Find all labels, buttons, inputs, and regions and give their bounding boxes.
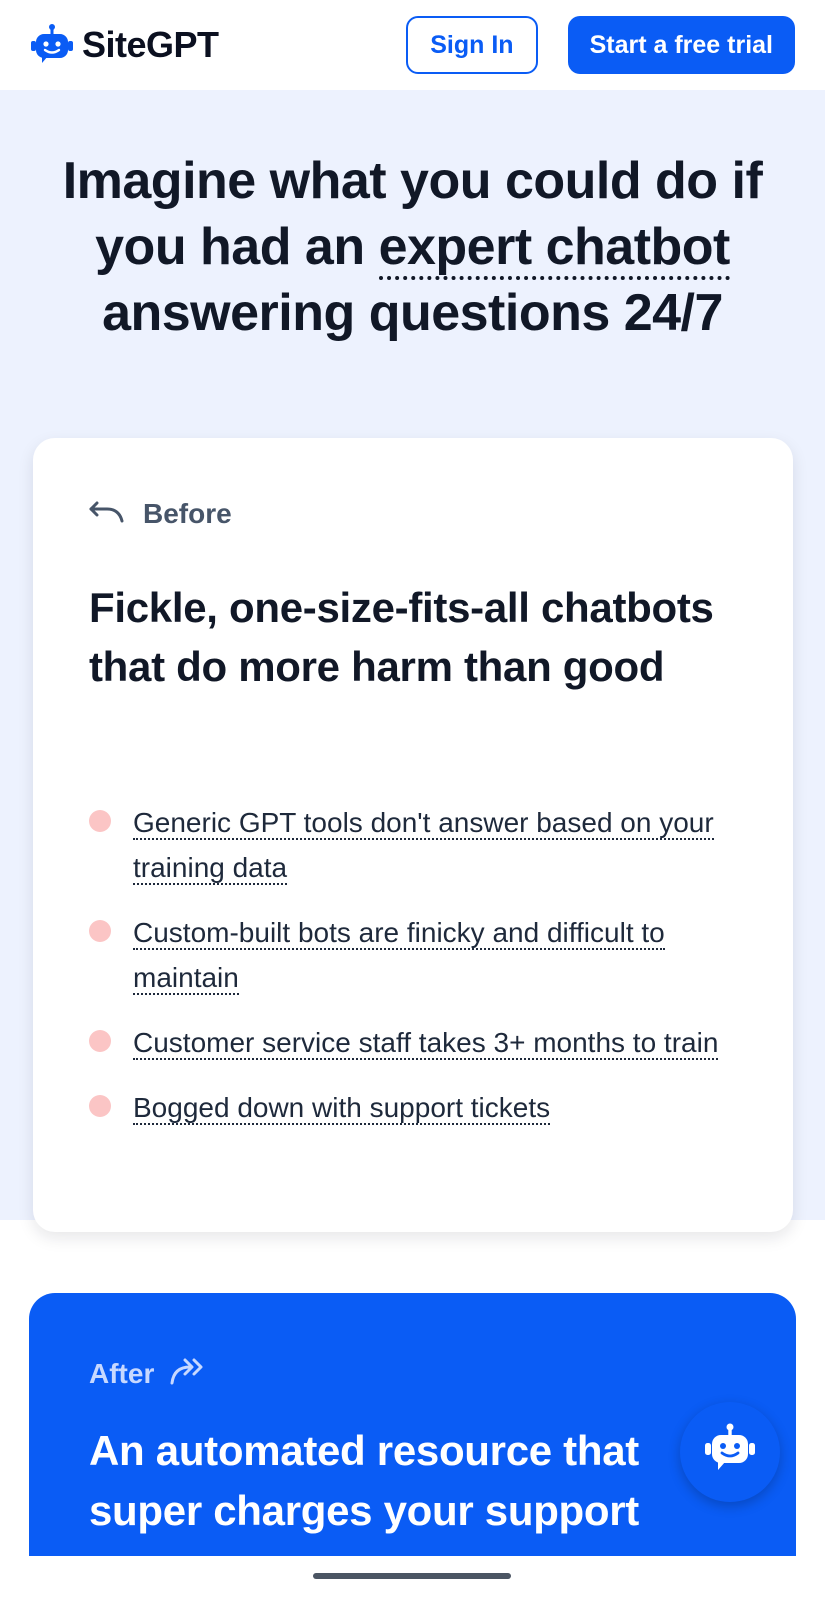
brand-logo[interactable]: SiteGPT [30,23,219,67]
before-heading: Fickle, one-size-fits-all chatbots that … [89,584,714,690]
before-label-text: Before [143,498,232,529]
after-heading: An automated resource that super charges… [89,1427,639,1534]
hero-title-line-1: Imagine what you could do if [62,152,763,210]
undo-arrow-icon [89,498,125,530]
list-item: Generic GPT tools don't answer based on … [89,800,749,890]
list-item-text: Customer service staff takes 3+ months t… [133,1027,719,1060]
before-label: Before [89,498,232,530]
after-label: After [89,1355,208,1392]
list-item: Bogged down with support tickets [89,1085,749,1130]
bullet-dot [89,1095,111,1117]
hero-title-emphasis: expert chatbot [378,218,730,280]
chat-widget-button[interactable] [680,1402,780,1502]
before-list: Generic GPT tools don't answer based on … [89,800,749,1150]
list-item: Customer service staff takes 3+ months t… [89,1020,749,1065]
list-item-text: Generic GPT tools don't answer based on … [133,807,714,885]
before-card: Before Fickle, one-size-fits-all chatbot… [33,438,793,1232]
bullet-dot [89,920,111,942]
hero-title: Imagine what you could do if you had an … [30,148,795,346]
site-header: SiteGPT Sign In Start a free trial [0,0,825,90]
list-item: Custom-built bots are finicky and diffic… [89,910,749,1000]
robot-chat-icon [700,1420,760,1485]
brand-name: SiteGPT [82,24,219,65]
robot-icon [30,23,74,67]
list-item-text: Bogged down with support tickets [133,1092,551,1125]
list-item-text: Custom-built bots are finicky and diffic… [133,917,665,995]
sign-in-button[interactable]: Sign In [406,16,538,74]
hero-title-line-2-prefix: you had an [95,218,379,276]
home-indicator[interactable] [313,1573,511,1579]
after-label-text: After [89,1357,155,1389]
bullet-dot [89,1030,111,1052]
header-actions: Sign In Start a free trial [406,16,795,74]
forward-arrows-icon [168,1355,208,1392]
start-free-trial-button[interactable]: Start a free trial [567,16,795,74]
hero-title-line-3: answering questions 24/7 [102,284,723,342]
bullet-dot [89,810,111,832]
